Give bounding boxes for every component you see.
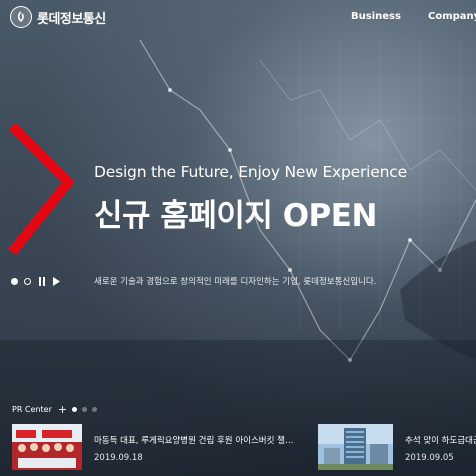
logo[interactable]: 롯데정보통신 bbox=[10, 6, 106, 28]
lotte-logo-icon bbox=[10, 6, 32, 28]
pr-header: PR Center + bbox=[12, 404, 98, 415]
news-date: 2019.09.05 bbox=[405, 453, 454, 463]
news-thumbnail bbox=[318, 424, 393, 470]
pr-center-label: PR Center bbox=[12, 405, 52, 414]
hero-title: 신규 홈페이지 OPEN bbox=[94, 198, 377, 234]
news-title: 추석 맞이 하도급대금 2 bbox=[405, 436, 476, 446]
site-header: 롯데정보통신 Business Company bbox=[0, 0, 476, 34]
play-icon[interactable] bbox=[51, 277, 60, 286]
logo-text: 롯데정보통신 bbox=[37, 11, 106, 27]
pr-dot-1[interactable] bbox=[72, 407, 78, 412]
news-text: 추석 맞이 하도급대금 2 2019.09.05 bbox=[405, 424, 476, 470]
news-text: 마동득 대표, 루게릭요양병원 건립 후원 아이스버킷 챌… 2019.09.1… bbox=[94, 424, 293, 470]
news-item[interactable]: 추석 맞이 하도급대금 2 2019.09.05 bbox=[318, 424, 476, 470]
slide-dot-2[interactable] bbox=[24, 278, 31, 285]
nav-business[interactable]: Business bbox=[351, 11, 401, 22]
news-title: 마동득 대표, 루게릭요양병원 건립 후원 아이스버킷 챌… bbox=[94, 436, 294, 446]
slide-dot-1[interactable] bbox=[11, 278, 18, 285]
news-thumbnail bbox=[12, 424, 82, 470]
nav-company[interactable]: Company bbox=[428, 11, 476, 22]
news-item[interactable]: 마동득 대표, 루게릭요양병원 건립 후원 아이스버킷 챌… 2019.09.1… bbox=[12, 424, 293, 470]
slider-controls bbox=[11, 277, 65, 286]
hero-subtitle: Design the Future, Enjoy New Experience bbox=[94, 163, 407, 181]
hero-description: 새로운 기술과 경험으로 창의적인 미래를 디자인하는 기업, 롯데정보통신입니… bbox=[94, 277, 377, 287]
pr-dot-3[interactable] bbox=[92, 407, 98, 412]
red-bracket-graphic bbox=[8, 122, 75, 256]
news-date: 2019.09.18 bbox=[94, 453, 143, 463]
pr-dot-2[interactable] bbox=[82, 407, 88, 412]
pr-more-icon[interactable]: + bbox=[58, 404, 67, 415]
pr-center: PR Center + 마동득 대표, 루게릭요양병원 건립 후원 아이스버킷 … bbox=[0, 400, 476, 476]
pause-icon[interactable] bbox=[37, 277, 46, 286]
